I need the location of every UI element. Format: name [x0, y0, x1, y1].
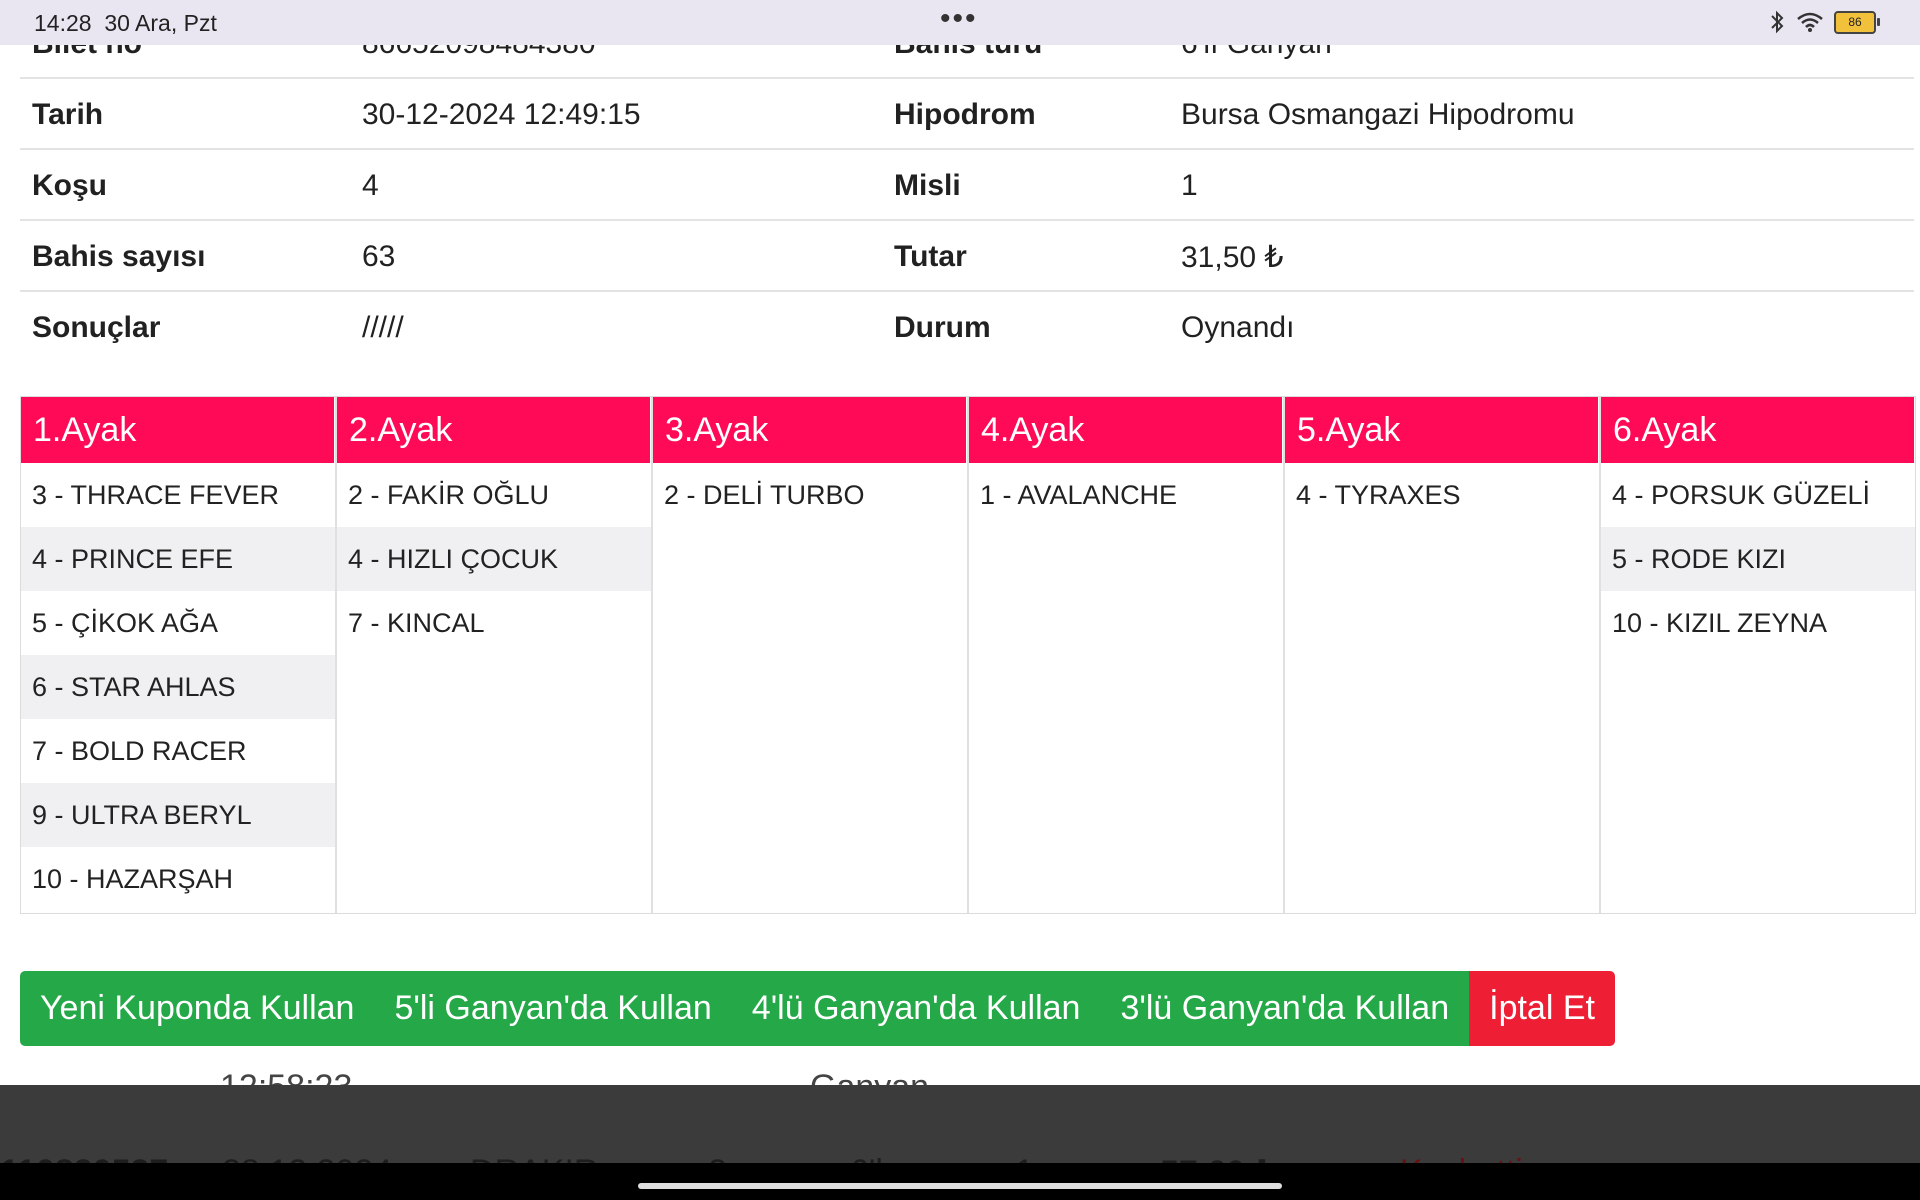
- leg-column: 5.Ayak 4 - TYRAXES: [1285, 397, 1601, 913]
- horse-item: 5 - RODE KIZI: [1601, 527, 1915, 591]
- battery-level: 86: [1848, 15, 1862, 29]
- leg-column: 2.Ayak 2 - FAKİR OĞLU 4 - HIZLI ÇOCUK 7 - K…: [337, 397, 653, 913]
- action-buttons: Yeni Kuponda Kullan 5'li Ganyan'da Kulla…: [20, 971, 1615, 1046]
- horse-item: 4 - HIZLI ÇOCUK: [337, 527, 651, 591]
- horse-item: 4 - TYRAXES: [1296, 480, 1461, 510]
- leg-header: 1.Ayak: [21, 397, 335, 463]
- use-new-coupon-button[interactable]: Yeni Kuponda Kullan: [20, 971, 375, 1046]
- home-gesture-handle[interactable]: [638, 1183, 1282, 1189]
- info-label: Bahis sayısı: [32, 240, 206, 273]
- horse-item: 10 - KIZIL ZEYNA: [1612, 608, 1828, 638]
- info-label: Misli: [894, 169, 961, 202]
- status-icons: 86: [1768, 10, 1880, 34]
- info-label: Sonuçlar: [32, 311, 161, 344]
- leg-header: 3.Ayak: [653, 397, 967, 463]
- horse-item: 5 - ÇİKOK AĞA: [32, 608, 219, 638]
- leg-header: 4.Ayak: [969, 397, 1283, 463]
- leg-column: 4.Ayak 1 - AVALANCHE: [969, 397, 1285, 913]
- info-value: 4: [362, 169, 379, 202]
- status-bar: 14:28 30 Ara, Pzt ••• 86: [0, 0, 1920, 45]
- cancel-ticket-button[interactable]: İptal Et: [1469, 971, 1615, 1046]
- leg-column: 1.Ayak 3 - THRACE FEVER 4 - PRINCE EFE 5 - …: [21, 397, 337, 913]
- info-row: Tarih 30-12-2024 12:49:15 Hipodrom Bursa…: [20, 79, 1914, 150]
- legs-table: 1.Ayak 3 - THRACE FEVER 4 - PRINCE EFE 5 - …: [20, 396, 1916, 914]
- info-label: Hipodrom: [894, 98, 1036, 131]
- info-value: Oynandı: [1181, 311, 1295, 344]
- info-label: Tutar: [894, 240, 967, 273]
- more-options-icon[interactable]: •••: [940, 2, 978, 36]
- info-label: Koşu: [32, 169, 107, 202]
- horse-item: 9 - ULTRA BERYL: [21, 783, 335, 847]
- horse-item: 6 - STAR AHLAS: [21, 655, 335, 719]
- info-row: Koşu 4 Misli 1: [20, 150, 1914, 221]
- leg-header: 6.Ayak: [1601, 397, 1915, 463]
- horse-item: 4 - PRINCE EFE: [21, 527, 335, 591]
- leg-column: 6.Ayak 4 - PORSUK GÜZELİ 5 - RODE KIZI 10 -…: [1601, 397, 1915, 913]
- navigation-bar: [0, 1163, 1920, 1200]
- leg-header: 5.Ayak: [1285, 397, 1599, 463]
- bluetooth-icon: [1771, 10, 1784, 34]
- horse-item: 2 - FAKİR OĞLU: [348, 480, 550, 510]
- use-5li-ganyan-button[interactable]: 5'li Ganyan'da Kullan: [374, 971, 732, 1046]
- horse-item: 3 - THRACE FEVER: [32, 480, 280, 510]
- info-row: Sonuçlar ///// Durum Oynandı: [20, 292, 1914, 361]
- info-value: 63: [362, 240, 396, 273]
- ticket-info-table: Bilet no 8665209848438​0 Bahis türü 6'lı…: [20, 22, 1914, 361]
- info-row: Bahis sayısı 63 Tutar 31,50 ₺: [20, 221, 1914, 292]
- status-time: 14:28 30 Ara, Pzt: [34, 10, 217, 36]
- horse-item: 7 - KINCAL: [348, 608, 485, 638]
- info-value: 31,50 ₺: [1181, 241, 1284, 274]
- battery-icon: 86: [1834, 10, 1880, 34]
- info-value: 1: [1181, 169, 1198, 202]
- use-4lu-ganyan-button[interactable]: 4'lü Ganyan'da Kullan: [731, 971, 1101, 1046]
- horse-item: 4 - PORSUK GÜZELİ: [1612, 480, 1871, 510]
- info-value: /////: [362, 311, 404, 344]
- horse-item: 1 - AVALANCHE: [980, 480, 1178, 510]
- info-label: Tarih: [32, 98, 104, 131]
- wifi-icon: [1797, 12, 1823, 32]
- leg-header: 2.Ayak: [337, 397, 651, 463]
- info-label: Durum: [894, 311, 991, 344]
- horse-item: 10 - HAZARŞAH: [32, 864, 234, 894]
- info-value: Bursa Osmangazi Hipodromu: [1181, 98, 1575, 131]
- info-value: 30-12-2024 12:49:15: [362, 98, 641, 131]
- use-3lu-ganyan-button[interactable]: 3'lü Ganyan'da Kullan: [1100, 971, 1470, 1046]
- horse-item: 7 - BOLD RACER: [32, 736, 247, 766]
- horse-item: 2 - DELİ TURBO: [664, 480, 865, 510]
- leg-column: 3.Ayak 2 - DELİ TURBO: [653, 397, 969, 913]
